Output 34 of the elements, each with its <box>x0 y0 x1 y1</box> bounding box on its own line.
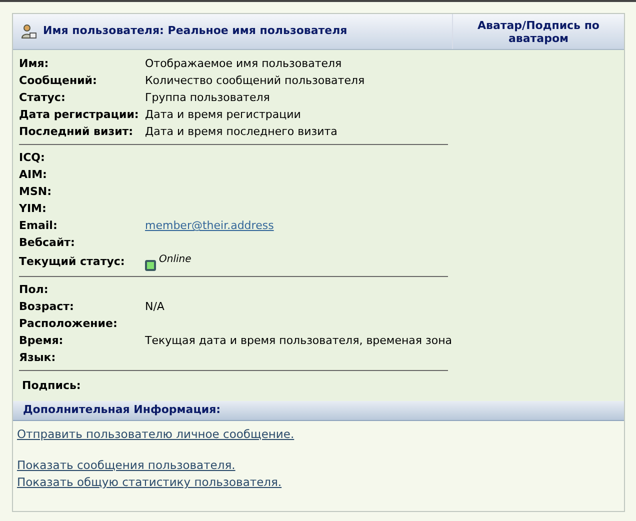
online-status: Online <box>159 253 192 267</box>
header-title: Имя пользователя: Реальное имя пользователя <box>43 23 348 40</box>
field-label: Дата регистрации: <box>19 107 140 124</box>
field-label: Язык: <box>19 350 57 366</box>
field-label: AIM: <box>19 167 48 184</box>
field-label: Сообщений: <box>19 73 98 90</box>
field-label: Последний визит: <box>19 124 134 140</box>
profile-link[interactable]: Показать общую статистику пользователя. <box>17 475 282 489</box>
field-label: Имя: <box>19 56 50 72</box>
field-label: Текущий статус: <box>19 254 126 270</box>
field-label: MSN: <box>19 184 52 200</box>
field-label: Email: <box>19 218 58 234</box>
field-label: Расположение: <box>19 316 118 332</box>
signature-label: Подпись: <box>22 379 81 392</box>
field-label: Вебсайт: <box>19 235 76 252</box>
field-value: Дата и время последнего визита <box>145 124 338 140</box>
field-label: Статус: <box>19 90 66 106</box>
field-label: Возраст: <box>19 299 75 316</box>
email-link[interactable]: member@their.address <box>145 218 274 235</box>
profile-link[interactable]: Отправить пользователю личное сообщение. <box>17 426 294 440</box>
avatar-header: Аватар/Подпись по аватаром <box>452 14 624 49</box>
profile-link[interactable]: Показать сообщения пользователя. <box>17 458 236 472</box>
user-icon <box>21 24 37 40</box>
field-value: Количество сообщений пользователя <box>145 73 365 90</box>
section-header: Дополнительная Информация: <box>13 400 624 420</box>
field-value: Дата и время регистрации <box>145 107 301 124</box>
field-label: YIM: <box>19 201 48 218</box>
field-value: N/A <box>145 299 164 316</box>
field-value: Отображаемое имя пользователя <box>145 56 342 72</box>
field-label: ICQ: <box>19 150 46 166</box>
field-label: Время: <box>19 333 64 350</box>
field-label: Пол: <box>19 282 50 298</box>
field-value: Группа пользователя <box>145 90 270 106</box>
field-value: Текущая дата и время пользователя, временая зона <box>145 333 452 350</box>
